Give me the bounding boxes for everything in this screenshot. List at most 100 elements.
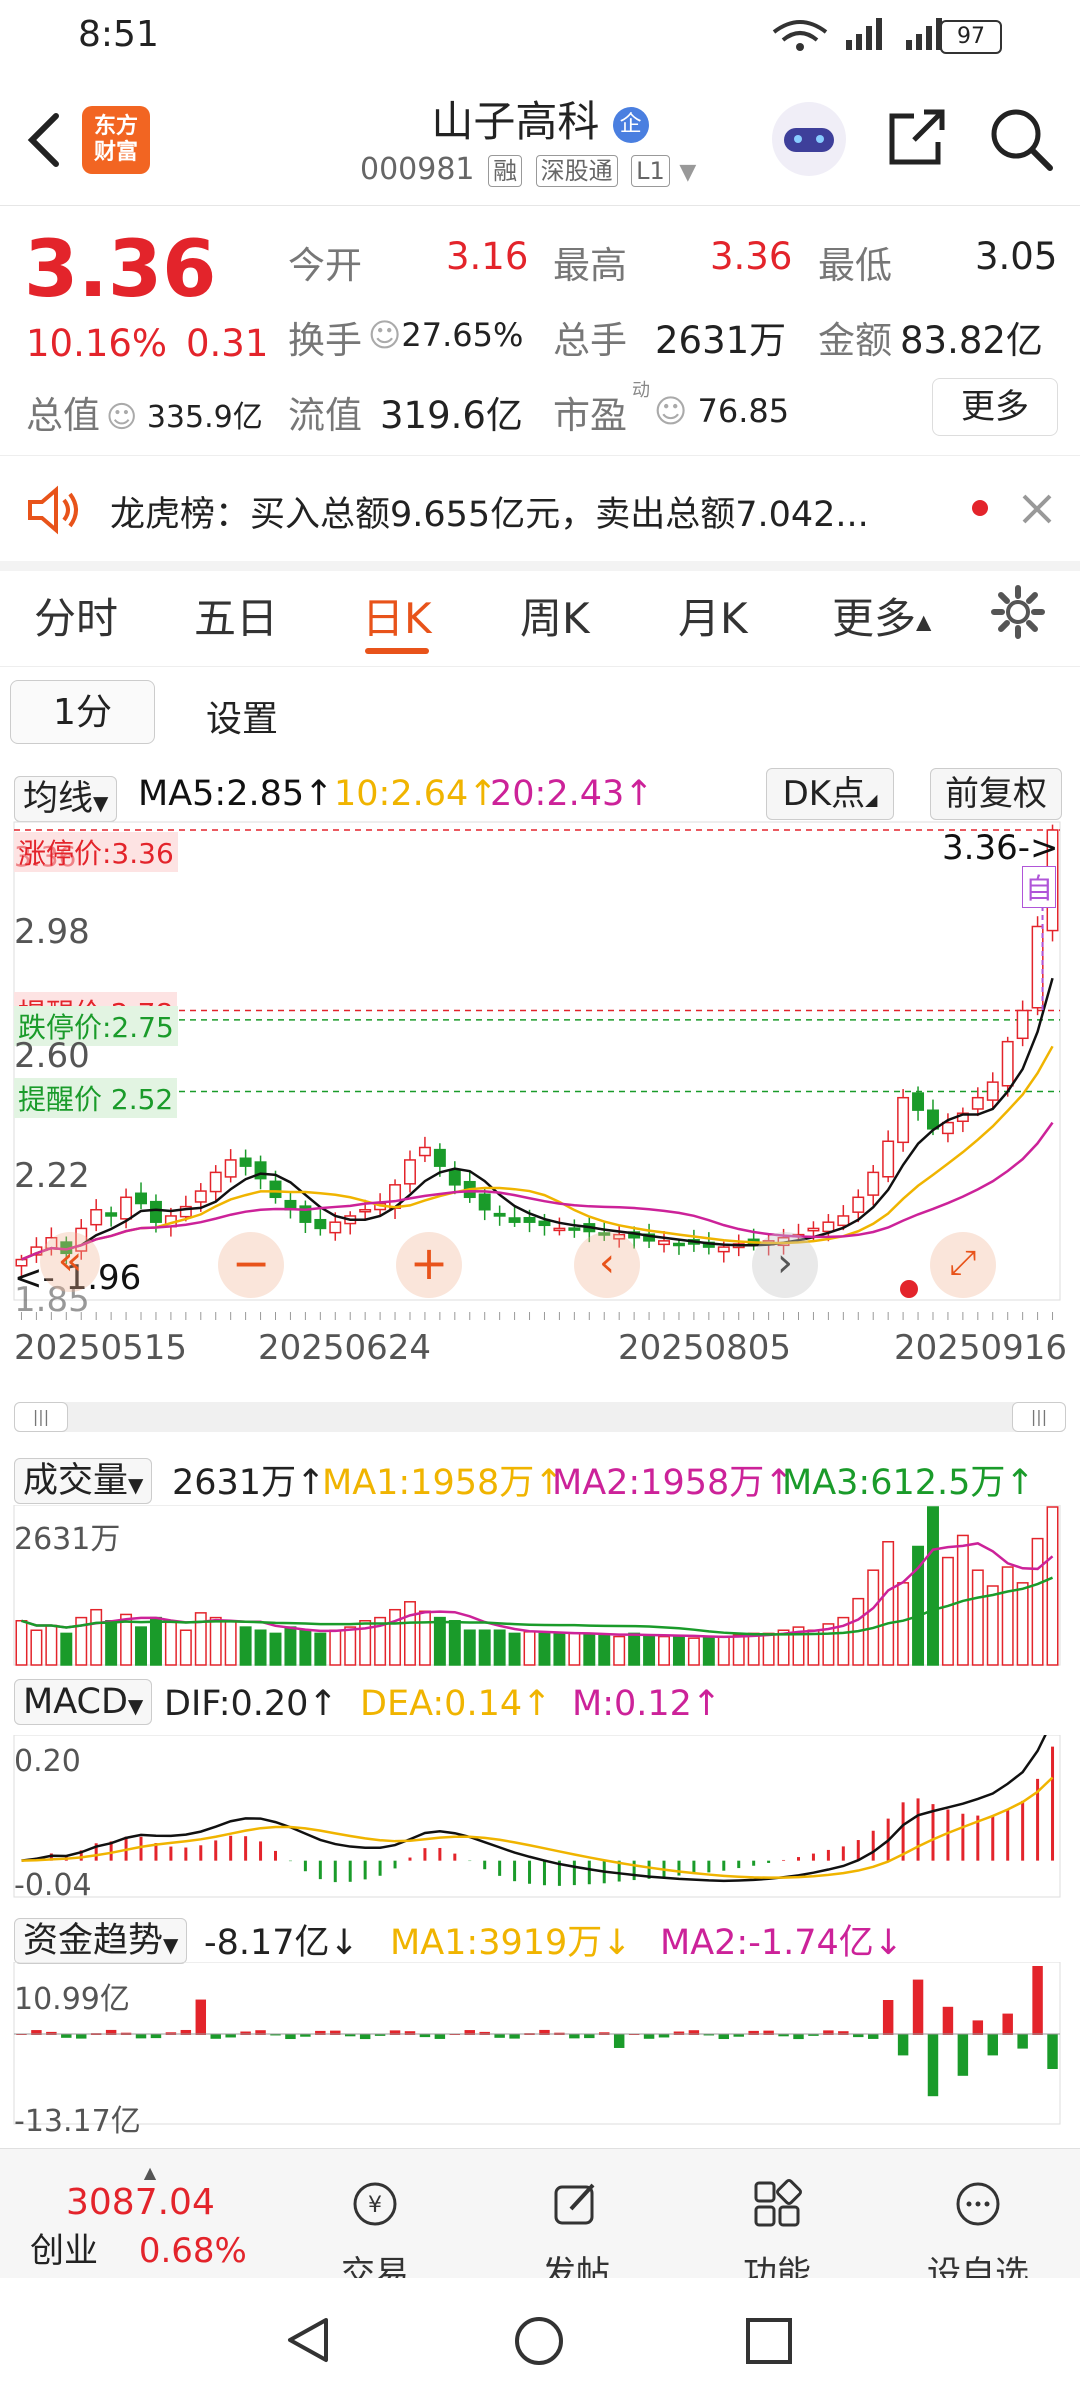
tab-intraday[interactable]: 分时 [34, 585, 118, 646]
volume-indicator-selector[interactable]: 成交量▼ [14, 1452, 153, 1504]
gear-icon[interactable] [990, 584, 1046, 640]
fund-bar [927, 2034, 939, 2097]
volume-bar [105, 1620, 118, 1666]
range-handle-right[interactable]: ||| [1012, 1402, 1066, 1432]
zoom-out-button[interactable]: − [218, 1232, 284, 1298]
tab-monthly-k[interactable]: 月K [678, 585, 748, 646]
candle-body [971, 1096, 984, 1110]
system-recents-icon[interactable] [744, 2316, 794, 2366]
range-scrollbar[interactable]: ||| ||| [14, 1402, 1066, 1432]
settings-button[interactable]: 设置 [206, 690, 278, 742]
system-home-icon[interactable] [512, 2314, 566, 2368]
macd-dropdown[interactable]: MACD▼ [14, 1679, 153, 1725]
volume-bar [687, 1637, 700, 1666]
ma-dropdown[interactable]: 均线▼ [14, 776, 118, 822]
stock-name: 山子高科 [431, 97, 600, 146]
scroll-left-button[interactable]: ‹ [574, 1232, 640, 1298]
candle-body [717, 1246, 730, 1253]
divider [0, 666, 1080, 667]
volume-bar [717, 1635, 730, 1666]
chevron-down-icon: ▼ [93, 791, 109, 815]
index-change: 0.68% [138, 2231, 247, 2271]
tab-daily-k[interactable]: 日K [362, 585, 432, 646]
float-value: 319.6亿 [380, 394, 523, 437]
grid-icon [754, 2179, 802, 2227]
amount-label: 金额 [818, 319, 892, 362]
index-ticker[interactable]: ▲ 3087.04 创业 0.68% [30, 2163, 270, 2272]
caret-up-icon: ▲ [143, 2163, 157, 2182]
candle-body [135, 1192, 147, 1205]
mktcap-value-text: 335.9亿 [146, 400, 263, 435]
date-label-1: 20250515 [14, 1328, 188, 1368]
fullscreen-button[interactable]: ⤢ [930, 1232, 996, 1298]
macd-chart[interactable] [0, 1735, 1080, 1900]
info-icon: ☺ [654, 392, 688, 430]
fund-chart[interactable] [0, 1962, 1080, 2130]
search-icon[interactable] [988, 106, 1054, 172]
battery-level: 97 [957, 24, 985, 49]
volume-bar [463, 1629, 476, 1666]
dragon-tiger-alert[interactable]: 龙虎榜：买入总额9.655亿元，卖出总额7.042... [0, 455, 1080, 571]
volume-bar [1031, 1537, 1044, 1666]
turnover-value[interactable]: ☺27.65% [368, 316, 523, 354]
volume-chart[interactable] [0, 1505, 1080, 1670]
volume-bar [179, 1629, 192, 1666]
volume-dropdown[interactable]: 成交量▼ [14, 1458, 153, 1504]
kline-chart[interactable] [0, 820, 1080, 1320]
mktcap-value[interactable]: ☺ 335.9亿 [106, 392, 263, 436]
system-back-icon[interactable] [282, 2314, 334, 2366]
dk-button[interactable]: DK点◢ [766, 768, 894, 820]
pe-value[interactable]: ☺ 76.85 [654, 392, 789, 430]
macd-m: M:0.12↑ [572, 1684, 722, 1724]
fund-selector[interactable]: 资金趋势▼ [14, 1912, 188, 1964]
dk-button-label: DK点 [782, 774, 866, 814]
stock-code: 000981 [360, 152, 475, 187]
fund-bar [912, 1979, 924, 2035]
candle-body [941, 1121, 954, 1135]
index-value: 3087.04 [66, 2182, 215, 2223]
close-icon[interactable] [1018, 490, 1056, 528]
candle-body [986, 1081, 999, 1101]
scroll-right-button[interactable]: › [752, 1232, 818, 1298]
zoom-in-button[interactable]: + [396, 1232, 462, 1298]
tab-more[interactable]: 更多▲ [832, 585, 931, 646]
ma-selector[interactable]: 均线▼ [14, 770, 118, 822]
candle-body [418, 1146, 431, 1157]
unread-dot [972, 500, 988, 516]
macd-selector[interactable]: MACD▼ [14, 1679, 153, 1725]
alert-text: 龙虎榜：买入总额9.655亿元，卖出总额7.042... [110, 495, 869, 535]
candle-body [224, 1159, 237, 1178]
fund-bar [135, 2034, 147, 2039]
candle-body [912, 1092, 925, 1111]
volume-bar [508, 1632, 521, 1666]
volume-bar [314, 1632, 327, 1666]
candle-body [882, 1140, 895, 1178]
volume-bar [329, 1629, 342, 1666]
more-button[interactable]: 更多 [932, 378, 1058, 436]
fund-bar [658, 2034, 670, 2038]
current-price: 3.36 [24, 225, 217, 315]
volume-bar [149, 1616, 162, 1666]
fund-bar [987, 2034, 998, 2056]
chevron-down-icon[interactable]: ▼ [679, 160, 696, 185]
ma20-value: 20:2.43↑ [490, 774, 654, 814]
robot-assistant-icon[interactable] [772, 102, 846, 176]
share-icon[interactable] [884, 106, 948, 170]
volume-bar [613, 1635, 626, 1666]
adjust-button[interactable]: 前复权 [930, 768, 1062, 820]
fund-bar [584, 2034, 595, 2039]
tab-five-day[interactable]: 五日 [194, 585, 278, 646]
fund-dropdown[interactable]: 资金趋势▼ [14, 1918, 188, 1964]
candle-body [105, 1212, 118, 1217]
volume-bar [448, 1620, 461, 1666]
period-button[interactable]: 1分 [10, 680, 155, 744]
volume-bar [30, 1629, 43, 1666]
self-select-tag[interactable]: 自 [1022, 866, 1057, 908]
volume-bar [568, 1632, 581, 1666]
scroll-left-fast-button[interactable]: « [40, 1232, 100, 1292]
candle-body [807, 1227, 820, 1232]
tab-weekly-k[interactable]: 周K [520, 585, 590, 646]
ma20-line [20, 1121, 1054, 1261]
fund-bar [613, 2034, 625, 2048]
range-handle-left[interactable]: ||| [14, 1402, 68, 1432]
